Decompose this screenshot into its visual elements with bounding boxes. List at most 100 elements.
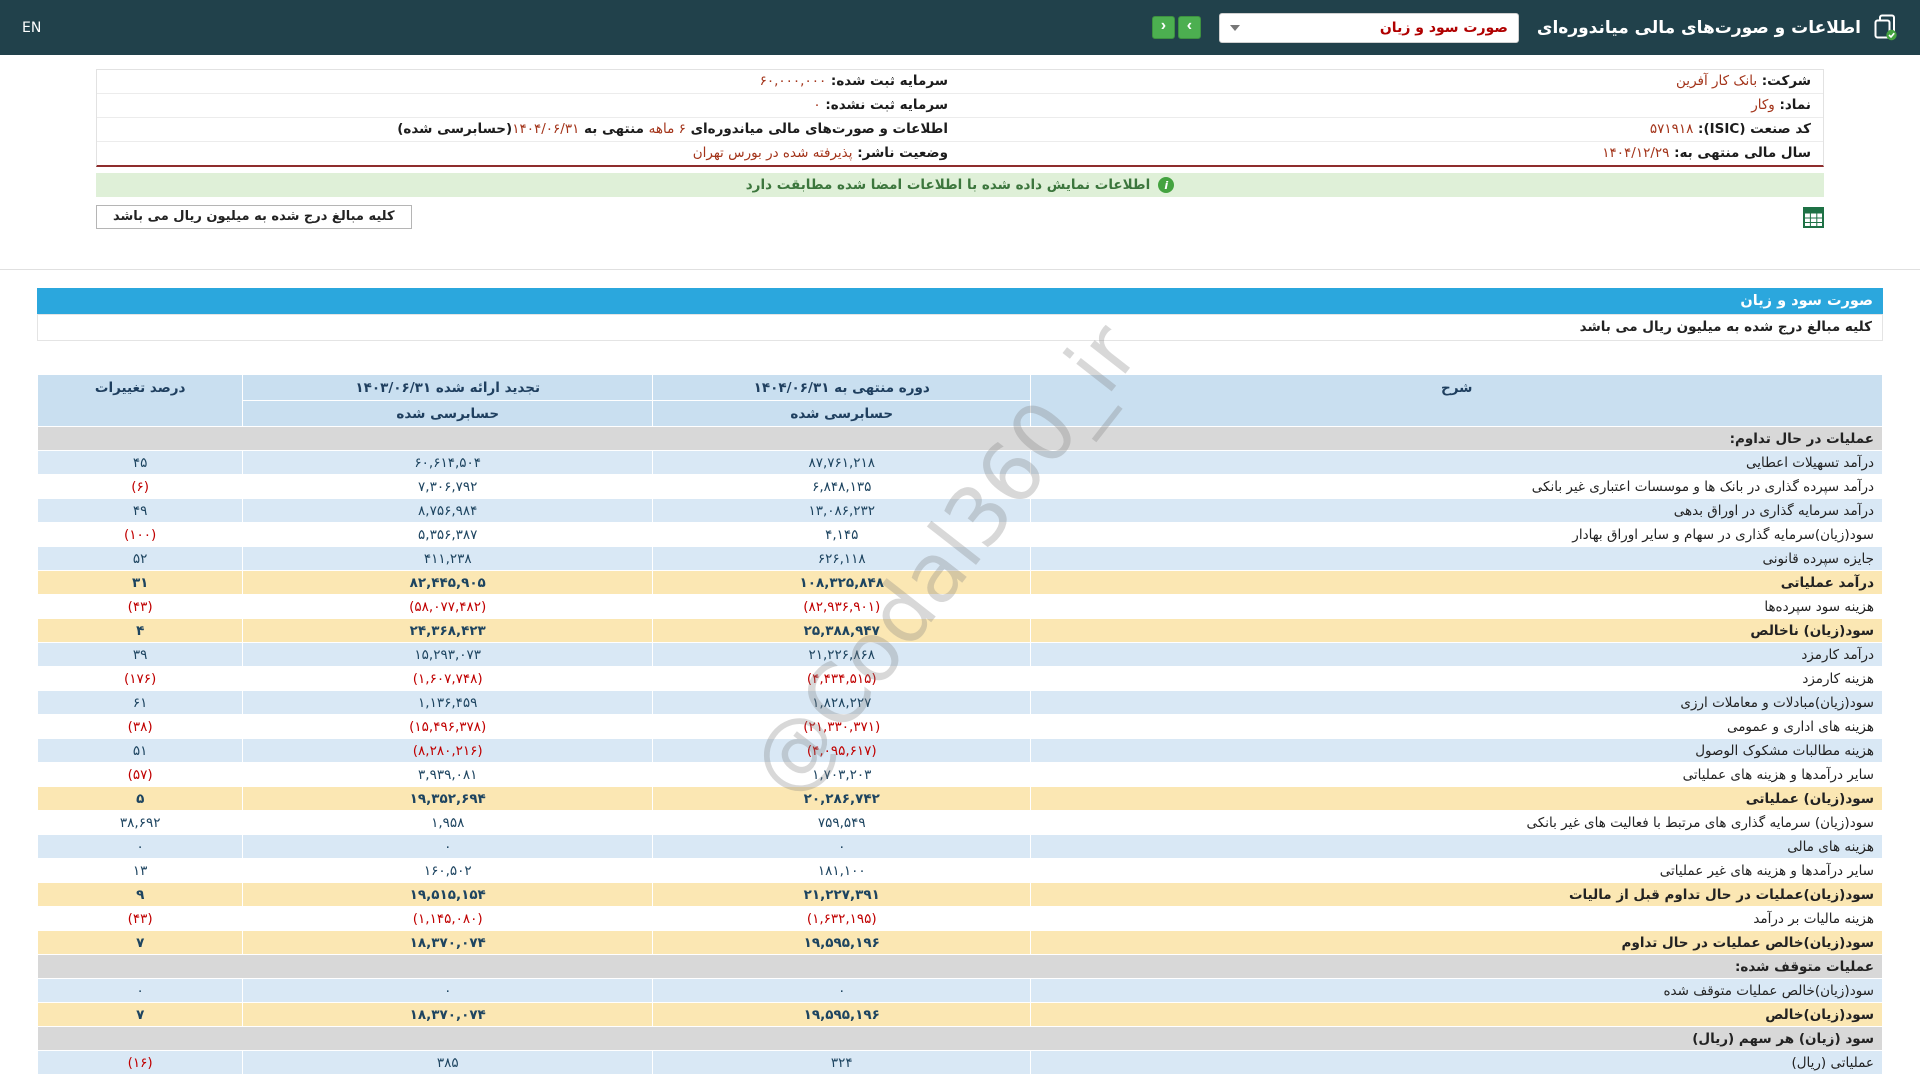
row-prior-value: ۲۴,۳۶۸,۴۲۳ bbox=[243, 619, 652, 642]
section-label: عملیات متوقف شده: bbox=[38, 955, 1882, 978]
row-change-value: ۷ bbox=[38, 931, 242, 954]
company-info-cell: وضعیت ناشر: پذیرفته شده در بورس تهران bbox=[97, 142, 960, 165]
company-info-cell: سرمایه ثبت شده: ۶۰,۰۰۰,۰۰۰ bbox=[97, 70, 960, 93]
statement-data-row: سایر درآمدها و هزینه های عملیاتی۱,۷۰۳,۲۰… bbox=[38, 763, 1882, 786]
statement-data-row: هزینه مطالبات مشکوک الوصول(۴,۰۹۵,۶۱۷)(۸,… bbox=[38, 739, 1882, 762]
row-change-value: (۴۳) bbox=[38, 907, 242, 930]
row-change-value: ۳۹ bbox=[38, 643, 242, 666]
statement-data-row: سود(زیان) عملیاتی۲۰,۲۸۶,۷۴۲۱۹,۳۵۲,۶۹۴۵ bbox=[38, 787, 1882, 810]
info-icon: i bbox=[1158, 177, 1174, 193]
row-change-value: (۱۶) bbox=[38, 1051, 242, 1074]
row-label: جایزه سپرده قانونی bbox=[1031, 547, 1882, 570]
row-prior-value: ۳۸۵ bbox=[243, 1051, 652, 1074]
company-info-panel: شرکت: بانک کار آفرینسرمایه ثبت شده: ۶۰,۰… bbox=[96, 69, 1824, 167]
nav-back-button[interactable]: ‹ bbox=[1152, 16, 1175, 39]
report-type-select[interactable]: صورت سود و زیان bbox=[1219, 13, 1519, 43]
excel-export-icon[interactable] bbox=[1803, 207, 1824, 228]
row-change-value: (۴۳) bbox=[38, 595, 242, 618]
company-info-cell: سال مالی منتهی به: ۱۴۰۴/۱۲/۲۹ bbox=[960, 142, 1823, 165]
statement-data-row: سود(زیان)عملیات در حال تداوم قبل از مالی… bbox=[38, 883, 1882, 906]
row-change-value: (۵۷) bbox=[38, 763, 242, 786]
row-prior-value: ۸۲,۴۴۵,۹۰۵ bbox=[243, 571, 652, 594]
row-label: سود(زیان) عملیاتی bbox=[1031, 787, 1882, 810]
company-info-cell: سرمایه ثبت نشده: ۰ bbox=[97, 94, 960, 117]
row-label: سود(زیان) سرمایه گذاری های مرتبط با فعال… bbox=[1031, 811, 1882, 834]
company-info-row: نماد: وکارسرمایه ثبت نشده: ۰ bbox=[97, 94, 1823, 118]
report-document-icon[interactable] bbox=[1873, 14, 1898, 41]
statement-data-row: هزینه های مالی۰۰۰ bbox=[38, 835, 1882, 858]
row-change-value: ۰ bbox=[38, 835, 242, 858]
row-prior-value: ۰ bbox=[243, 1075, 652, 1080]
row-label: درآمد سرمایه گذاری در اوراق بدهی bbox=[1031, 499, 1882, 522]
row-label: هزینه مطالبات مشکوک الوصول bbox=[1031, 739, 1882, 762]
statement-data-row: غیرعملیاتی (ریال)۳۰۰ bbox=[38, 1075, 1882, 1080]
row-prior-value: ۴۱۱,۲۳۸ bbox=[243, 547, 652, 570]
row-current-value: ۶۲۶,۱۱۸ bbox=[653, 547, 1030, 570]
company-info-cell: شرکت: بانک کار آفرین bbox=[960, 70, 1823, 93]
row-current-value: (۱,۶۳۲,۱۹۵) bbox=[653, 907, 1030, 930]
statement-data-row: هزینه مالیات بر درآمد(۱,۶۳۲,۱۹۵)(۱,۱۴۵,۰… bbox=[38, 907, 1882, 930]
section-label: سود (زیان) هر سهم (ریال) bbox=[38, 1027, 1882, 1050]
statement-table-body: عملیات در حال تداوم:درآمد تسهیلات اعطایی… bbox=[38, 427, 1882, 1080]
nav-forward-button[interactable]: › bbox=[1178, 16, 1201, 39]
row-current-value: ۱,۷۰۳,۲۰۳ bbox=[653, 763, 1030, 786]
col-header-description: شرح bbox=[1031, 375, 1882, 426]
row-current-value: ۸۷,۷۶۱,۲۱۸ bbox=[653, 451, 1030, 474]
row-label: هزینه های مالی bbox=[1031, 835, 1882, 858]
row-change-value: ۵ bbox=[38, 787, 242, 810]
row-change-value: ۰ bbox=[38, 979, 242, 1002]
row-current-value: (۴,۰۹۵,۶۱۷) bbox=[653, 739, 1030, 762]
statement-data-row: درآمد سپرده گذاری در بانک ها و موسسات اع… bbox=[38, 475, 1882, 498]
company-info-cell: نماد: وکار bbox=[960, 94, 1823, 117]
language-toggle-en[interactable]: EN bbox=[22, 20, 41, 36]
row-change-value: ۱۳ bbox=[38, 859, 242, 882]
row-change-value: ۰ bbox=[38, 1075, 242, 1080]
row-change-value: ۵۲ bbox=[38, 547, 242, 570]
col-header-current-period: دوره منتهی به ۱۴۰۴/۰۶/۳۱ bbox=[653, 375, 1030, 400]
row-current-value: ۲۵,۳۸۸,۹۴۷ bbox=[653, 619, 1030, 642]
units-row: کلیه مبالغ درج شده به میلیون ریال می باش… bbox=[96, 205, 1824, 229]
statement-data-row: سود(زیان) سرمایه گذاری های مرتبط با فعال… bbox=[38, 811, 1882, 834]
statement-data-row: سایر درآمدها و هزینه های غیر عملیاتی۱۸۱,… bbox=[38, 859, 1882, 882]
row-current-value: (۴,۴۳۴,۵۱۵) bbox=[653, 667, 1030, 690]
row-prior-value: ۱۶۰,۵۰۲ bbox=[243, 859, 652, 882]
row-current-value: ۰ bbox=[653, 835, 1030, 858]
company-info-row: شرکت: بانک کار آفرینسرمایه ثبت شده: ۶۰,۰… bbox=[97, 70, 1823, 94]
row-prior-value: ۰ bbox=[243, 835, 652, 858]
chevron-down-icon bbox=[1230, 25, 1240, 31]
row-prior-value: ۱۸,۳۷۰,۰۷۴ bbox=[243, 931, 652, 954]
report-type-selected-value: صورت سود و زیان bbox=[1380, 20, 1508, 36]
row-change-value: (۱۰۰) bbox=[38, 523, 242, 546]
row-label: سود(زیان)خالص عملیات در حال تداوم bbox=[1031, 931, 1882, 954]
row-prior-value: ۱۸,۳۷۰,۰۷۴ bbox=[243, 1003, 652, 1026]
row-label: عملیاتی (ریال) bbox=[1031, 1051, 1882, 1074]
row-label: سود(زیان)خالص bbox=[1031, 1003, 1882, 1026]
row-prior-value: ۵,۳۵۶,۳۸۷ bbox=[243, 523, 652, 546]
section-label: عملیات در حال تداوم: bbox=[38, 427, 1882, 450]
row-label: سود(زیان) ناخالص bbox=[1031, 619, 1882, 642]
row-change-value: ۳۸,۶۹۲ bbox=[38, 811, 242, 834]
row-label: غیرعملیاتی (ریال) bbox=[1031, 1075, 1882, 1080]
row-change-value: ۶۱ bbox=[38, 691, 242, 714]
row-prior-value: ۶۰,۶۱۴,۵۰۴ bbox=[243, 451, 652, 474]
row-label: سود(زیان)مبادلات و معاملات ارزی bbox=[1031, 691, 1882, 714]
row-change-value: ۵۱ bbox=[38, 739, 242, 762]
row-change-value: (۱۷۶) bbox=[38, 667, 242, 690]
statement-data-row: درآمد کارمزد۲۱,۲۲۶,۸۶۸۱۵,۲۹۳,۰۷۳۳۹ bbox=[38, 643, 1882, 666]
row-current-value: ۱۹,۵۹۵,۱۹۶ bbox=[653, 1003, 1030, 1026]
units-note-box: کلیه مبالغ درج شده به میلیون ریال می باش… bbox=[96, 205, 412, 229]
company-info-cell: کد صنعت (ISIC): ۵۷۱۹۱۸ bbox=[960, 118, 1823, 141]
notice-text: اطلاعات نمایش داده شده با اطلاعات امضا ش… bbox=[746, 177, 1151, 193]
row-current-value: ۴,۱۴۵ bbox=[653, 523, 1030, 546]
statement-table: شرح دوره منتهی به ۱۴۰۴/۰۶/۳۱ تجدید ارائه… bbox=[37, 374, 1883, 1080]
row-change-value: (۶) bbox=[38, 475, 242, 498]
col-subheader-current-audited: حسابرسی شده bbox=[653, 401, 1030, 426]
row-label: سود(زیان)سرمایه گذاری در سهام و سایر اور… bbox=[1031, 523, 1882, 546]
statement-data-row: درآمد سرمایه گذاری در اوراق بدهی۱۳,۰۸۶,۲… bbox=[38, 499, 1882, 522]
row-current-value: ۲۱,۲۲۷,۳۹۱ bbox=[653, 883, 1030, 906]
row-current-value: ۷۵۹,۵۴۹ bbox=[653, 811, 1030, 834]
row-change-value: ۹ bbox=[38, 883, 242, 906]
statement-data-row: سود(زیان)خالص۱۹,۵۹۵,۱۹۶۱۸,۳۷۰,۰۷۴۷ bbox=[38, 1003, 1882, 1026]
row-prior-value: ۱۹,۳۵۲,۶۹۴ bbox=[243, 787, 652, 810]
statement-section: صورت سود و زیان کلیه مبالغ درج شده به می… bbox=[37, 288, 1883, 1080]
